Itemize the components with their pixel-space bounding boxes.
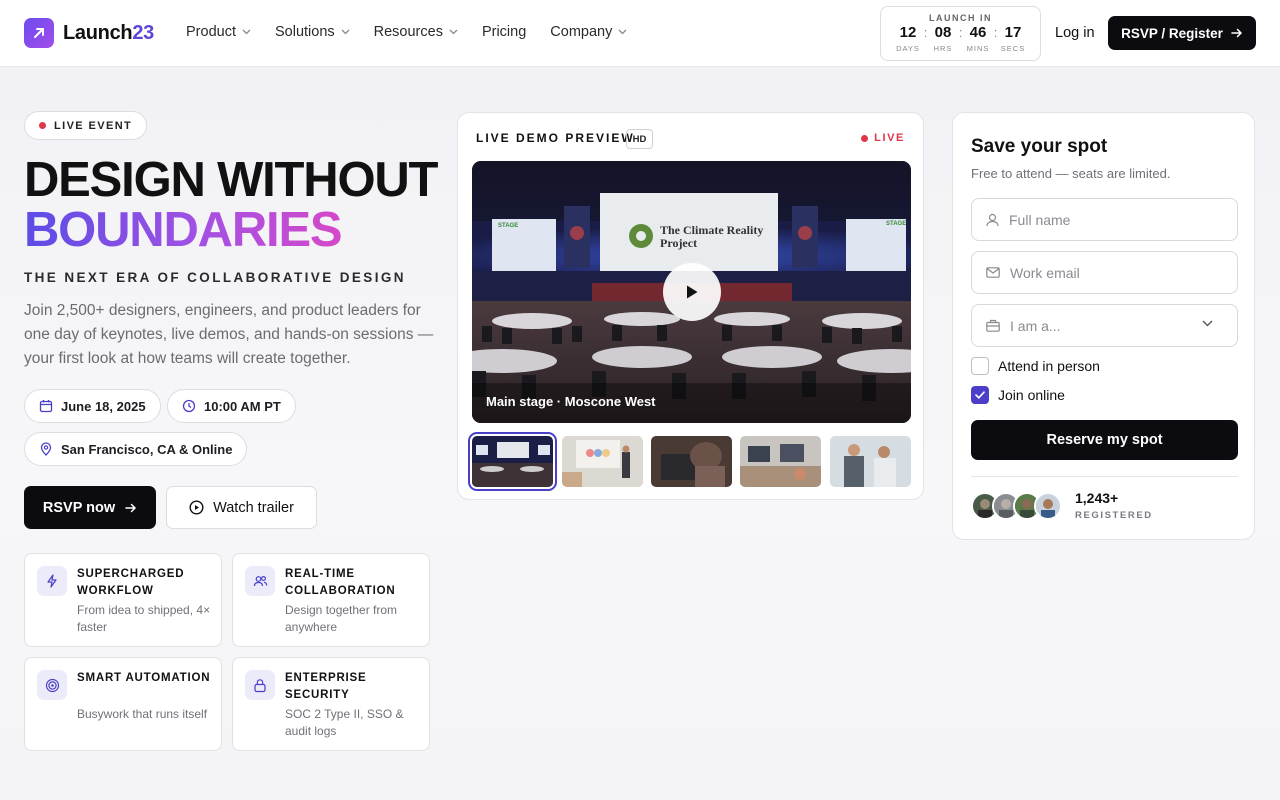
role-select[interactable]: I am a... bbox=[971, 304, 1238, 347]
divider bbox=[971, 476, 1238, 477]
live-event-badge: LIVE EVENT bbox=[24, 111, 148, 140]
video-thumbnail-1[interactable] bbox=[468, 432, 557, 491]
nav-item-resources[interactable]: Resources bbox=[374, 24, 458, 40]
thumbnail-image bbox=[562, 436, 643, 487]
hero-subtitle: THE NEXT ERA OF COLLABORATIVE DESIGN bbox=[24, 270, 406, 285]
attendee-avatars bbox=[971, 492, 1062, 520]
event-location-chip: San Francisco, CA & Online bbox=[24, 432, 248, 466]
users-icon bbox=[245, 566, 275, 596]
map-pin-icon bbox=[40, 442, 52, 456]
hero-intro: Join 2,500+ designers, engineers, and pr… bbox=[24, 302, 434, 367]
stage-label-right: STAGE bbox=[886, 221, 907, 227]
feature-desc: SOC 2 Type II, SSO & audit logs bbox=[285, 707, 404, 738]
nav-item-pricing[interactable]: Pricing bbox=[482, 24, 526, 40]
video-caption: Main stage · Moscone West bbox=[486, 394, 656, 409]
user-icon bbox=[986, 213, 999, 226]
video-card-title: LIVE DEMO PREVIEW bbox=[476, 131, 635, 145]
mail-icon bbox=[986, 267, 1000, 278]
arrow-up-right-icon bbox=[24, 18, 54, 48]
hero-headline: DESIGN WITHOUT BOUNDARIES bbox=[24, 153, 438, 257]
feature-card-automation: SMART AUTOMATION Busywork that runs itse… bbox=[24, 657, 222, 751]
video-thumbnail-2[interactable] bbox=[562, 436, 643, 487]
registered-count: 1,243+ bbox=[1075, 490, 1119, 506]
main-nav: Product Solutions Resources Pricing Comp… bbox=[186, 24, 651, 40]
headline-line-1: DESIGN WITHOUT bbox=[24, 153, 438, 207]
work-email-input[interactable]: Work email bbox=[971, 251, 1238, 294]
lock-icon bbox=[245, 670, 275, 700]
feature-card-workflow: SUPERCHARGED WORKFLOW From idea to shipp… bbox=[24, 553, 222, 647]
arrow-right-icon bbox=[125, 503, 137, 512]
briefcase-icon bbox=[986, 319, 1000, 332]
target-icon bbox=[37, 670, 67, 700]
countdown-hours: 08 HRS bbox=[933, 24, 953, 53]
main-screen-text: The Climate Reality Project bbox=[660, 223, 764, 250]
rsvp-now-button[interactable]: RSVP now bbox=[24, 486, 156, 529]
countdown-seconds: 17 SECS bbox=[1000, 24, 1026, 53]
feature-card-collaboration: REAL-TIME COLLABORATION Design together … bbox=[232, 553, 430, 647]
live-dot-icon bbox=[861, 134, 869, 142]
thumbnail-image bbox=[740, 436, 821, 487]
thumbnail-image bbox=[472, 436, 553, 487]
video-thumbnail-4[interactable] bbox=[740, 436, 821, 487]
stage-label-left: STAGE bbox=[498, 223, 519, 229]
brand-logo[interactable]: Launch23 bbox=[24, 18, 154, 48]
live-demo-card: LIVE DEMO PREVIEW HD LIVE The Climate Re… bbox=[457, 112, 924, 500]
calendar-icon bbox=[39, 400, 53, 413]
nav-item-product[interactable]: Product bbox=[186, 24, 251, 40]
live-dot-icon bbox=[39, 122, 46, 129]
nav-item-solutions[interactable]: Solutions bbox=[275, 24, 350, 40]
checkbox-checked[interactable] bbox=[971, 386, 989, 404]
feature-title: SMART AUTOMATION bbox=[77, 672, 211, 684]
arrow-right-icon bbox=[1231, 28, 1242, 38]
video-thumbnail-3[interactable] bbox=[651, 436, 732, 487]
feature-title: REAL-TIME COLLABORATION bbox=[285, 568, 396, 597]
event-time-chip: 10:00 AM PT bbox=[167, 389, 296, 423]
feature-desc: Busywork that runs itself bbox=[77, 707, 208, 721]
registered-label: REGISTERED bbox=[1075, 510, 1153, 521]
chevron-down-icon bbox=[618, 29, 627, 35]
form-title: Save your spot bbox=[971, 136, 1108, 157]
launch-countdown: LAUNCH IN 12 DAYS : 08 HRS : 46 MINS : 1… bbox=[880, 6, 1041, 61]
registration-form-card: Save your spot Free to attend — seats ar… bbox=[952, 112, 1255, 540]
video-thumbnail-5[interactable] bbox=[830, 436, 911, 487]
top-navbar: Launch23 Product Solutions Resources Pri… bbox=[0, 0, 1280, 67]
avatar bbox=[1034, 492, 1062, 520]
join-online-checkbox[interactable]: Join online bbox=[971, 386, 1065, 404]
form-subtitle: Free to attend — seats are limited. bbox=[971, 166, 1171, 181]
play-circle-icon bbox=[189, 500, 204, 515]
brand-name: Launch23 bbox=[63, 21, 154, 44]
chevron-down-icon bbox=[341, 29, 350, 35]
live-indicator: LIVE bbox=[861, 132, 905, 144]
rsvp-register-button[interactable]: RSVP / Register bbox=[1108, 16, 1256, 50]
feature-card-security: ENTERPRISE SECURITY SOC 2 Type II, SSO &… bbox=[232, 657, 430, 751]
chevron-down-icon bbox=[449, 29, 458, 35]
feature-desc: Design together from anywhere bbox=[285, 603, 398, 634]
headline-line-2: BOUNDARIES bbox=[24, 203, 343, 257]
attend-in-person-checkbox[interactable]: Attend in person bbox=[971, 357, 1100, 375]
play-button[interactable] bbox=[663, 263, 721, 321]
video-player[interactable]: The Climate Reality Project STAGE STAGE … bbox=[472, 161, 911, 423]
feature-title: ENTERPRISE SECURITY bbox=[285, 672, 367, 701]
check-icon bbox=[975, 391, 985, 399]
nav-item-company[interactable]: Company bbox=[550, 24, 627, 40]
countdown-minutes: 46 MINS bbox=[966, 24, 990, 53]
full-name-input[interactable]: Full name bbox=[971, 198, 1238, 241]
chevron-down-icon bbox=[1202, 320, 1213, 327]
chevron-down-icon bbox=[242, 29, 251, 35]
watch-trailer-button[interactable]: Watch trailer bbox=[166, 486, 317, 529]
feature-desc: From idea to shipped, 4× faster bbox=[77, 603, 211, 634]
event-date-chip: June 18, 2025 bbox=[24, 389, 161, 423]
checkbox-unchecked[interactable] bbox=[971, 357, 989, 375]
reserve-spot-button[interactable]: Reserve my spot bbox=[971, 420, 1238, 460]
thumbnail-image bbox=[651, 436, 732, 487]
hd-badge: HD bbox=[626, 129, 653, 149]
play-icon bbox=[687, 285, 698, 299]
login-link[interactable]: Log in bbox=[1055, 25, 1095, 41]
countdown-label: LAUNCH IN bbox=[929, 13, 992, 23]
lightning-icon bbox=[37, 566, 67, 596]
clock-icon bbox=[182, 399, 196, 413]
thumbnail-image bbox=[830, 436, 911, 487]
feature-title: SUPERCHARGED WORKFLOW bbox=[77, 568, 185, 597]
countdown-days: 12 DAYS bbox=[896, 24, 920, 53]
